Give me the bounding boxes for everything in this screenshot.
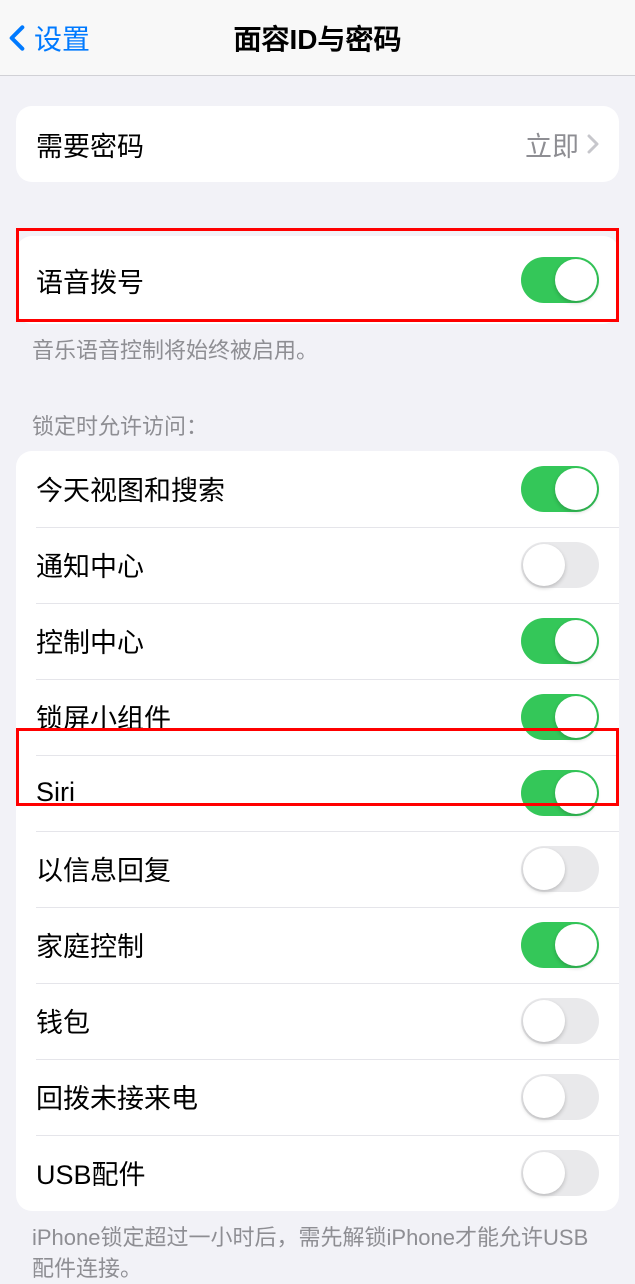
row-lock-screen-widgets: 锁屏小组件	[16, 679, 619, 755]
chevron-right-icon	[587, 134, 599, 154]
return-missed-toggle[interactable]	[521, 1074, 599, 1120]
row-control-center: 控制中心	[16, 603, 619, 679]
control-center-toggle[interactable]	[521, 618, 599, 664]
lock-screen-widgets-toggle[interactable]	[521, 694, 599, 740]
row-siri: Siri	[16, 755, 619, 831]
control-center-label: 控制中心	[36, 621, 521, 660]
row-wallet: 钱包	[16, 983, 619, 1059]
today-label: 今天视图和搜索	[36, 469, 521, 508]
lock-screen-widgets-label: 锁屏小组件	[36, 697, 521, 736]
row-notification-center: 通知中心	[16, 527, 619, 603]
group-allow-access: 今天视图和搜索通知中心控制中心锁屏小组件 Siri 以信息回复家庭控制钱包回拨未接来…	[16, 451, 619, 1211]
row-reply-messages: 以信息回复	[16, 831, 619, 907]
wallet-toggle[interactable]	[521, 998, 599, 1044]
usb-accessories-toggle[interactable]	[521, 1150, 599, 1196]
home-control-toggle[interactable]	[521, 922, 599, 968]
page-title: 面容ID与密码	[0, 18, 635, 58]
nav-bar: 设置 面容ID与密码	[0, 0, 635, 76]
back-label: 设置	[34, 18, 90, 58]
today-toggle[interactable]	[521, 466, 599, 512]
return-missed-label: 回拨未接来电	[36, 1077, 521, 1116]
row-return-missed: 回拨未接来电	[16, 1059, 619, 1135]
reply-messages-label: 以信息回复	[36, 849, 521, 888]
voice-dial-label: 语音拨号	[36, 261, 521, 300]
notification-center-toggle[interactable]	[521, 542, 599, 588]
siri-label: Siri	[36, 777, 521, 808]
row-voice-dial: 语音拨号	[16, 236, 619, 324]
notification-center-label: 通知中心	[36, 545, 521, 584]
chevron-left-icon	[6, 20, 28, 56]
allow-access-header: 锁定时允许访问：	[0, 381, 635, 441]
row-usb-accessories: USB配件	[16, 1135, 619, 1211]
row-today: 今天视图和搜索	[16, 451, 619, 527]
siri-toggle[interactable]	[521, 770, 599, 816]
require-passcode-label: 需要密码	[36, 125, 525, 164]
wallet-label: 钱包	[36, 1001, 521, 1040]
row-home-control: 家庭控制	[16, 907, 619, 983]
reply-messages-toggle[interactable]	[521, 846, 599, 892]
voice-dial-toggle[interactable]	[521, 257, 599, 303]
usb-footer: iPhone锁定超过一小时后，需先解锁iPhone才能允许USB配件连接。	[0, 1211, 635, 1284]
usb-accessories-label: USB配件	[36, 1153, 521, 1192]
voice-dial-footer: 音乐语音控制将始终被启用。	[0, 324, 635, 367]
group-voice-dial: 语音拨号	[16, 236, 619, 324]
require-passcode-value: 立即	[525, 125, 579, 164]
home-control-label: 家庭控制	[36, 925, 521, 964]
group-require-passcode: 需要密码 立即	[16, 106, 619, 182]
back-button[interactable]: 设置	[6, 18, 90, 58]
row-require-passcode[interactable]: 需要密码 立即	[16, 106, 619, 182]
